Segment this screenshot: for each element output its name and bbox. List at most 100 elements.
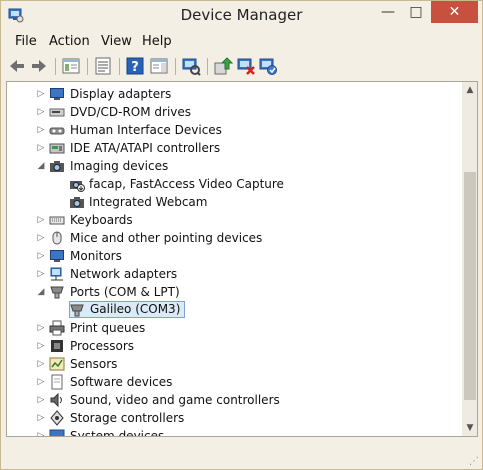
tree-node-label: Galileo (COM3) <box>69 301 186 318</box>
expand-arrow-icon[interactable]: ▷ <box>36 103 46 121</box>
expand-arrow-icon[interactable]: ▷ <box>36 391 46 409</box>
resize-grip-icon[interactable]: ⋰ <box>469 456 479 467</box>
tree-node-label: Sensors <box>70 357 118 371</box>
svg-text:?: ? <box>131 60 139 75</box>
expand-arrow-icon[interactable]: ▷ <box>36 211 46 229</box>
expand-arrow-icon[interactable]: ▷ <box>36 373 46 391</box>
tree-node-label: IDE ATA/ATAPI controllers <box>70 141 221 155</box>
tree-node-dvd-drives[interactable]: ▷ DVD/CD-ROM drives <box>7 103 457 121</box>
tree-node-label: Software devices <box>70 375 173 389</box>
device-manager-window: Device Manager — □ ✕ File Action View He… <box>0 0 483 470</box>
camera-warning-icon <box>70 181 85 192</box>
expand-arrow-icon[interactable]: ▷ <box>36 85 46 103</box>
tree-node-mice[interactable]: ▷ Mice and other pointing devices <box>7 229 457 247</box>
tree-node-human-interface-devices[interactable]: ▷ Human Interface Devices <box>7 121 457 139</box>
scroll-down-arrow-icon[interactable]: ▼ <box>462 420 477 436</box>
enable-device-icon[interactable] <box>258 56 278 76</box>
tree-node-label: Keyboards <box>70 213 133 227</box>
expand-arrow-icon[interactable]: ▷ <box>36 247 46 265</box>
help-icon[interactable]: ? <box>125 56 145 76</box>
tree-node-software-devices[interactable]: ▷ Software devices <box>7 373 457 391</box>
display-adapter-icon <box>50 88 64 100</box>
expand-arrow-icon[interactable]: ▷ <box>36 121 46 139</box>
menu-bar: File Action View Help <box>5 32 479 52</box>
expand-arrow-icon[interactable]: ▷ <box>36 409 46 427</box>
port-icon <box>50 286 64 299</box>
hid-icon <box>49 127 65 135</box>
uninstall-device-icon[interactable] <box>236 56 256 76</box>
title-bar[interactable]: Device Manager — □ ✕ <box>1 1 482 31</box>
tree-node-label: Imaging devices <box>70 159 169 173</box>
expand-arrow-icon[interactable]: ▷ <box>36 427 46 436</box>
tree-node-integrated-webcam[interactable]: Integrated Webcam <box>7 193 457 211</box>
minimize-button[interactable]: — <box>375 1 401 23</box>
tree-node-ports[interactable]: ◢ Ports (COM & LPT) <box>7 283 457 301</box>
ide-controller-icon <box>49 143 65 154</box>
expand-arrow-icon[interactable]: ▷ <box>36 139 46 157</box>
expand-arrow-icon[interactable]: ▷ <box>36 265 46 283</box>
system-device-icon <box>49 429 65 436</box>
tree-node-label: System devices <box>70 429 165 437</box>
tree-node-processors[interactable]: ▷ Processors <box>7 337 457 355</box>
properties-icon[interactable] <box>93 56 113 76</box>
expand-arrow-icon[interactable]: ▷ <box>36 337 46 355</box>
expand-arrow-icon[interactable]: ▷ <box>36 229 46 247</box>
monitor-icon <box>50 250 64 262</box>
tree-node-sound-video-game[interactable]: ▷ Sound, video and game controllers <box>7 391 457 409</box>
back-arrow-icon[interactable] <box>7 56 27 76</box>
menu-help[interactable]: Help <box>142 32 172 52</box>
software-device-icon <box>51 374 63 390</box>
show-hide-console-tree-icon[interactable] <box>61 56 81 76</box>
tree-node-sensors[interactable]: ▷ Sensors <box>7 355 457 373</box>
dvd-drive-icon <box>49 108 65 117</box>
sensor-icon <box>49 357 65 371</box>
network-adapter-icon <box>50 267 63 281</box>
camera-icon <box>70 197 84 208</box>
forward-arrow-icon[interactable] <box>29 56 49 76</box>
keyboard-icon <box>49 216 65 225</box>
collapse-arrow-icon[interactable]: ◢ <box>36 157 46 175</box>
device-tree[interactable]: ▷ Display adapters ▷ DVD/CD-ROM drives ▷… <box>6 81 478 437</box>
tree-node-system-devices[interactable]: ▷ System devices <box>7 427 457 437</box>
scroll-thumb[interactable] <box>464 172 476 400</box>
tree-node-display-adapters[interactable]: ▷ Display adapters <box>7 85 457 103</box>
maximize-button[interactable]: □ <box>403 1 429 23</box>
tree-node-imaging-devices[interactable]: ◢ Imaging devices <box>7 157 457 175</box>
close-button[interactable]: ✕ <box>431 1 478 23</box>
tree-node-label: facap, FastAccess Video Capture <box>89 177 284 191</box>
tree-node-facap-video-capture[interactable]: facap, FastAccess Video Capture <box>7 175 457 193</box>
status-bar: ⋰ <box>1 441 482 469</box>
tree-node-label: Storage controllers <box>70 411 185 425</box>
tree-node-monitors[interactable]: ▷ Monitors <box>7 247 457 265</box>
tree-node-label: Processors <box>70 339 135 353</box>
tree-node-label: Ports (COM & LPT) <box>70 285 180 299</box>
tree-node-label: Network adapters <box>70 267 178 281</box>
tree-node-label: Sound, video and game controllers <box>70 393 280 407</box>
menu-action[interactable]: Action <box>49 32 90 52</box>
vertical-scrollbar[interactable]: ▲ ▼ <box>462 82 477 436</box>
scan-hardware-changes-icon[interactable] <box>181 56 201 76</box>
collapse-arrow-icon[interactable]: ◢ <box>36 283 46 301</box>
tree-node-label: DVD/CD-ROM drives <box>70 105 192 119</box>
show-action-pane-icon[interactable] <box>149 56 169 76</box>
tree-node-galileo-com3[interactable]: Galileo (COM3) <box>7 301 457 319</box>
sound-icon <box>50 392 62 408</box>
storage-controller-icon <box>50 410 64 426</box>
imaging-device-icon <box>50 161 64 172</box>
tree-node-keyboards[interactable]: ▷ Keyboards <box>7 211 457 229</box>
scroll-up-arrow-icon[interactable]: ▲ <box>462 82 477 98</box>
tree-node-ide-controllers[interactable]: ▷ IDE ATA/ATAPI controllers <box>7 139 457 157</box>
menu-view[interactable]: View <box>101 32 132 52</box>
port-icon <box>70 304 84 317</box>
printer-icon <box>49 320 65 336</box>
update-driver-icon[interactable] <box>213 56 233 76</box>
expand-arrow-icon[interactable]: ▷ <box>36 319 46 337</box>
tree-node-label: Human Interface Devices <box>70 123 222 137</box>
menu-file[interactable]: File <box>15 32 37 52</box>
tree-node-print-queues[interactable]: ▷ Print queues <box>7 319 457 337</box>
expand-arrow-icon[interactable]: ▷ <box>36 355 46 373</box>
tree-node-storage-controllers[interactable]: ▷ Storage controllers <box>7 409 457 427</box>
tree-node-network-adapters[interactable]: ▷ Network adapters <box>7 265 457 283</box>
tree-node-label: Print queues <box>70 321 146 335</box>
mouse-icon <box>52 231 62 245</box>
